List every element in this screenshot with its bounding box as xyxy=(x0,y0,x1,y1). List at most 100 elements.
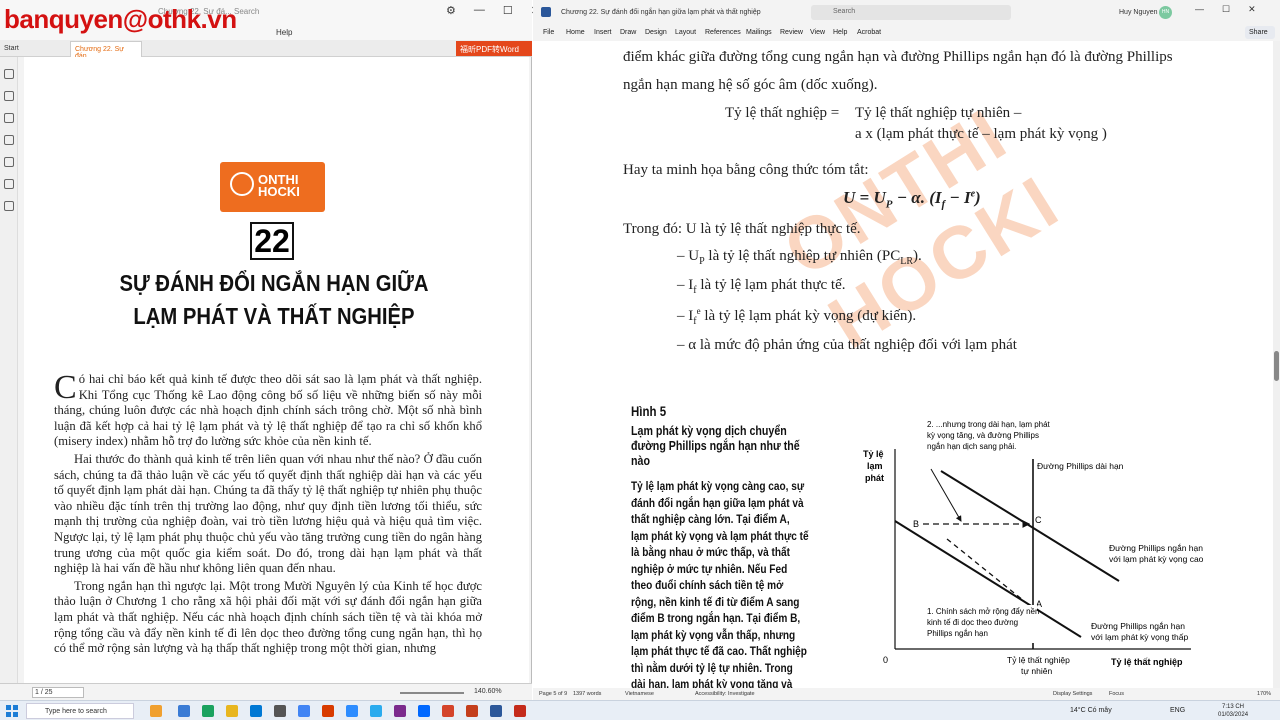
minimize-icon[interactable]: — xyxy=(474,4,485,17)
pdf-tabbar: Start Chương 22. Sự đán... 福昕PDF转Word xyxy=(0,40,532,60)
user-name[interactable]: Huy Nguyen xyxy=(1119,9,1158,16)
origin-label: 0 xyxy=(883,655,888,665)
pdf-to-word-button[interactable]: 福昕PDF转Word xyxy=(456,41,532,56)
tab-home[interactable]: Home xyxy=(566,29,585,36)
telegram-icon[interactable] xyxy=(370,705,382,717)
word-page[interactable]: ONTHI HOCKI điểm khác giữa đường tổng cu… xyxy=(533,41,1273,688)
menu-help[interactable]: Help xyxy=(276,28,292,37)
edge-icon[interactable] xyxy=(202,705,214,717)
chrome-icon[interactable] xyxy=(298,705,310,717)
page-number-input[interactable]: 1 / 25 xyxy=(32,687,84,698)
close-icon[interactable]: ✕ xyxy=(1248,4,1256,15)
clock[interactable]: 7:13 CH 01/03/2024 xyxy=(1218,703,1248,719)
text-line-2: ngắn hạn mang hệ số góc âm (dốc xuống). xyxy=(623,77,878,93)
taskbar-search-input[interactable]: Type here to search xyxy=(26,703,134,719)
avatar[interactable]: HN xyxy=(1159,6,1172,19)
file-explorer-icon[interactable] xyxy=(226,705,238,717)
onthi-logo: ONTHI HOCKI xyxy=(220,162,325,212)
app-icon[interactable] xyxy=(394,705,406,717)
zoom-level[interactable]: 140.60% xyxy=(474,688,502,695)
scrollbar-thumb[interactable] xyxy=(1274,351,1279,381)
status-language[interactable]: Vietnamese xyxy=(625,691,654,697)
paragraph-1-text: ó hai chỉ báo kết quả kinh tế được theo … xyxy=(54,372,482,449)
tab-document[interactable]: Chương 22. Sự đán... xyxy=(70,41,142,60)
word-titlebar: Chương 22. Sự đánh đổi ngắn hạn giữa lạm… xyxy=(533,0,1280,24)
short-run-low-label-2: với lạm phát kỳ vọng thấp xyxy=(1091,632,1189,642)
pdf-viewer-window: Chương 22. Sự đá... Search ⚙ — ☐ ✕ banqu… xyxy=(0,0,540,700)
figure-5: Hình 5 Lạm phát kỳ vọng dịch chuyển đườn… xyxy=(623,403,1213,688)
language-indicator[interactable]: ENG xyxy=(1170,707,1185,714)
point-b: B xyxy=(913,519,919,529)
word-window: Chương 22. Sự đánh đổi ngắn hạn giữa lạm… xyxy=(533,0,1280,700)
drop-cap: C xyxy=(54,369,77,406)
paragraph-2: Hai thước đo thành quả kinh tế trên liên… xyxy=(54,451,482,576)
maximize-icon[interactable]: ☐ xyxy=(1222,4,1230,15)
tab-file[interactable]: File xyxy=(543,29,554,36)
tab-review[interactable]: Review xyxy=(780,29,803,36)
layers-icon[interactable] xyxy=(4,135,14,145)
attachment-icon[interactable] xyxy=(4,157,14,167)
taskbar-app-icon[interactable] xyxy=(150,705,162,717)
weather-widget[interactable]: 14°C Có mây xyxy=(1070,707,1112,714)
word-app-icon xyxy=(541,7,551,17)
natural-rate-label-2: tự nhiên xyxy=(1021,666,1052,676)
powerpoint-icon[interactable] xyxy=(466,705,478,717)
tab-mailings[interactable]: Mailings xyxy=(746,29,772,36)
phillips-curve-diagram: Tỷ lệ lạm phát 0 Tỷ lệ thất nghiệp Đường… xyxy=(863,420,1204,676)
where-line: Trong đó: U là tỷ lệ thất nghiệp thực tế… xyxy=(623,221,861,237)
status-accessibility[interactable]: Accessibility: Investigate xyxy=(695,691,755,697)
task-view-icon[interactable] xyxy=(178,705,190,717)
bullet-4: – α là mức độ phản ứng của thất nghiệp đ… xyxy=(677,337,1017,353)
formula-lhs: Tỷ lệ thất nghiệp = xyxy=(725,105,840,121)
share-button[interactable]: Share xyxy=(1245,26,1275,39)
vertical-scrollbar[interactable] xyxy=(1273,41,1280,688)
word-taskbar-icon[interactable] xyxy=(490,705,502,717)
figure-number: Hình 5 xyxy=(631,403,667,419)
figure-caption: Hình 5 Lạm phát kỳ vọng dịch chuyển đườn… xyxy=(631,403,810,688)
note-2-line-2: kỳ vọng tăng, và đường Phillips xyxy=(927,431,1039,440)
tab-insert[interactable]: Insert xyxy=(594,29,612,36)
bookmark-icon[interactable] xyxy=(4,69,14,79)
tab-references[interactable]: References xyxy=(705,29,741,36)
clock-time: 7:13 CH xyxy=(1222,704,1245,710)
office-icon[interactable] xyxy=(322,705,334,717)
pages-icon[interactable] xyxy=(4,91,14,101)
tab-start[interactable]: Start xyxy=(4,45,19,52)
status-words[interactable]: 1397 words xyxy=(573,691,601,697)
minimize-icon[interactable]: — xyxy=(1195,4,1204,15)
mail-icon[interactable] xyxy=(250,705,262,717)
status-display-settings[interactable]: Display Settings xyxy=(1053,691,1092,697)
word-search-input[interactable]: Search xyxy=(811,5,1011,20)
tab-draw[interactable]: Draw xyxy=(620,29,636,36)
y-axis-label-1: Tỷ lệ xyxy=(863,449,884,459)
short-run-low-label-1: Đường Phillips ngắn hạn xyxy=(1091,621,1185,631)
acrobat-icon[interactable] xyxy=(514,705,526,717)
copy-icon[interactable] xyxy=(4,113,14,123)
note-1-line-1: 1. Chính sách mở rộng đẩy nền xyxy=(927,607,1039,616)
tab-acrobat[interactable]: Acrobat xyxy=(857,29,881,36)
foxit-icon[interactable] xyxy=(442,705,454,717)
point-c: C xyxy=(1035,515,1042,525)
formula-summary: U = UP − α. (If − Ie) xyxy=(843,188,981,211)
zoom-slider[interactable] xyxy=(400,692,464,694)
word-ribbon-tabs: File Home Insert Draw Design Layout Refe… xyxy=(533,24,1280,41)
tab-help[interactable]: Help xyxy=(833,29,847,36)
pdf-window-controls: ⚙ — ☐ ✕ xyxy=(446,4,540,17)
maximize-icon[interactable]: ☐ xyxy=(503,4,513,17)
chapter-title-line1: SỰ ĐÁNH ĐỔI NGẮN HẠN GIỮA xyxy=(119,270,429,296)
zoom-app-icon[interactable] xyxy=(346,705,358,717)
lock-icon[interactable] xyxy=(4,179,14,189)
status-focus[interactable]: Focus xyxy=(1109,691,1124,697)
status-zoom[interactable]: 170% xyxy=(1257,691,1271,697)
chapter-number: 22 xyxy=(250,222,294,260)
zalo-icon[interactable] xyxy=(418,705,430,717)
tab-layout[interactable]: Layout xyxy=(675,29,696,36)
signature-icon[interactable] xyxy=(4,201,14,211)
store-icon[interactable] xyxy=(274,705,286,717)
long-run-label: Đường Phillips dài hạn xyxy=(1037,461,1124,471)
tab-design[interactable]: Design xyxy=(645,29,667,36)
status-page[interactable]: Page 5 of 9 xyxy=(539,691,567,697)
windows-start-icon[interactable] xyxy=(6,705,18,717)
tab-view[interactable]: View xyxy=(810,29,825,36)
settings-icon[interactable]: ⚙ xyxy=(446,4,456,17)
